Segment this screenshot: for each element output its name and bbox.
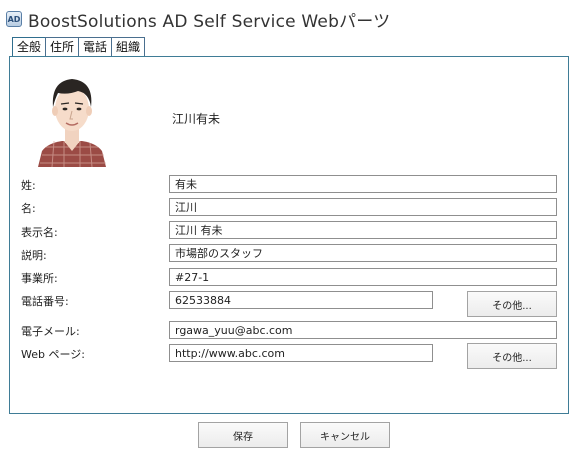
web-page-label: Web ページ: — [21, 348, 85, 361]
title-bar: AD BoostSolutions AD Self Service Webパーツ — [6, 8, 391, 32]
phone-other-button[interactable]: その他... — [467, 291, 557, 317]
save-button[interactable]: 保存 — [198, 422, 288, 448]
phone-label: 電話番号: — [21, 295, 69, 308]
display-name-label: 表示名: — [21, 226, 58, 239]
display-name-field[interactable] — [169, 221, 557, 239]
description-field[interactable] — [169, 244, 557, 262]
email-field[interactable] — [169, 321, 557, 339]
email-label: 電子メール: — [21, 325, 80, 338]
general-panel: 江川有未 姓: 名: 表示名: 説明: 事業所: 電話番号: その他... 電子… — [9, 56, 569, 414]
first-name-field[interactable] — [169, 198, 557, 216]
cancel-button[interactable]: キャンセル — [300, 422, 390, 448]
first-name-label: 名: — [21, 202, 36, 215]
last-name-field[interactable] — [169, 175, 557, 193]
description-label: 説明: — [21, 249, 47, 262]
profile-display-name: 江川有未 — [172, 112, 221, 126]
tab-phone[interactable]: 電話 — [78, 37, 113, 56]
web-page-other-button[interactable]: その他... — [467, 343, 557, 369]
last-name-label: 姓: — [21, 179, 36, 192]
office-label: 事業所: — [21, 272, 58, 285]
tab-general[interactable]: 全般 — [12, 37, 47, 56]
app-icon: AD — [6, 11, 22, 27]
window-title: BoostSolutions AD Self Service Webパーツ — [28, 11, 391, 32]
user-avatar — [38, 79, 106, 167]
phone-field[interactable] — [169, 291, 433, 309]
tab-bar: 全般 住所 電話 組織 — [12, 37, 146, 56]
web-page-field[interactable] — [169, 344, 433, 362]
tab-address[interactable]: 住所 — [45, 37, 80, 56]
office-field[interactable] — [169, 268, 557, 286]
tab-organization[interactable]: 組織 — [111, 37, 146, 56]
